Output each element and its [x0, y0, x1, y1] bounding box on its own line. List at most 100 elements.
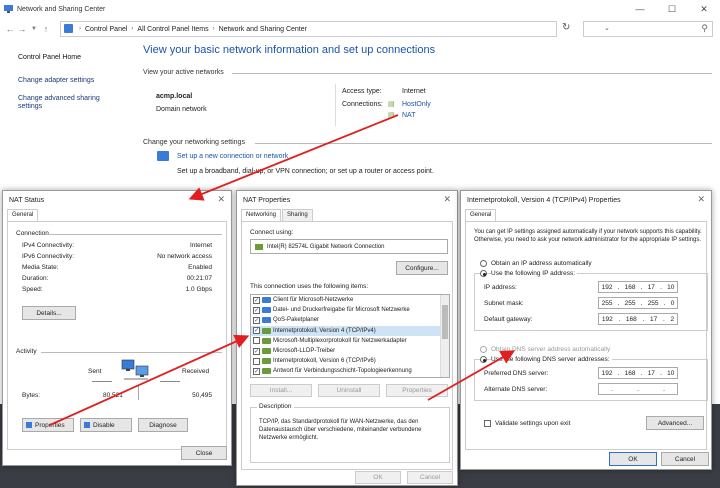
ip-octet: 168 [624, 283, 636, 291]
maximize-icon[interactable]: ☐ [656, 0, 688, 18]
forward-arrow-icon[interactable]: → [16, 24, 28, 34]
item-checkbox[interactable]: ✓ [253, 296, 260, 304]
bytes-sent-value: 80,521 [103, 392, 123, 399]
configure-button[interactable]: Configure... [396, 261, 448, 275]
item-checkbox[interactable]: ✓ [253, 327, 260, 335]
intro-text: You can get IP settings assigned automat… [474, 229, 702, 244]
item-properties-button[interactable]: Properties [386, 384, 448, 397]
cancel-button[interactable]: Cancel [407, 471, 453, 484]
protocol-icon [262, 368, 271, 375]
adapter-name: Intel(R) 82574L Gigabit Network Connecti… [267, 243, 385, 250]
diagnose-button[interactable]: Diagnose [138, 418, 188, 432]
change-adapter-settings-link[interactable]: Change adapter settings [18, 77, 128, 86]
tab-general[interactable]: General [7, 209, 39, 221]
back-arrow-icon[interactable]: ← [4, 24, 16, 34]
item-checkbox[interactable]: ✓ [253, 347, 260, 355]
close-icon[interactable]: ✕ [217, 194, 225, 205]
alternate-dns-label: Alternate DNS server: [484, 386, 548, 393]
ip-dot: . [611, 385, 613, 393]
refresh-icon[interactable]: ↻ [562, 22, 570, 33]
close-icon[interactable]: ✕ [443, 194, 451, 205]
properties-button[interactable]: Properties [22, 418, 74, 432]
list-item[interactable]: ✓ Datei- und Druckerfreigabe für Microsof… [251, 305, 449, 315]
install-button[interactable]: Install... [250, 384, 312, 397]
list-item[interactable]: ✓ Internetprotokoll, Version 6 (TCP/IPv6) [251, 356, 449, 366]
ok-button[interactable]: OK [355, 471, 401, 484]
ip-address-field[interactable]: 192. 168. 17. 10 [598, 281, 678, 293]
dialog-title: Internetprotokoll, Version 4 (TCP/IPv4) … [467, 196, 621, 204]
connection-link-nat[interactable]: NAT [402, 112, 415, 119]
cancel-button[interactable]: Cancel [661, 452, 709, 466]
close-button[interactable]: Close [181, 446, 227, 460]
subnet-mask-label: Subnet mask: [484, 300, 524, 307]
recent-dropdown-icon[interactable]: ▼ [28, 26, 40, 32]
advanced-button[interactable]: Advanced... [646, 416, 704, 430]
breadcrumb-item[interactable]: All Control Panel Items [137, 26, 208, 33]
networking-panel: Connect using: Intel(R) 82574L Gigabit N… [241, 222, 453, 470]
close-icon[interactable]: ✕ [688, 0, 720, 18]
alternate-dns-field[interactable]: ... [598, 383, 678, 395]
use-ip-label: Use the following IP address: [491, 270, 578, 277]
connection-label: Connection [16, 230, 49, 237]
nat-status-dialog: NAT Status ✕ General Connection IPv4 Con… [2, 190, 232, 466]
list-item[interactable]: ✓ Microsoft-Multiplexorprotokoll für Netz… [251, 336, 449, 346]
protocol-icon [262, 348, 271, 355]
status-key: IPv6 Connectivity: [22, 253, 75, 260]
uninstall-button[interactable]: Uninstall [318, 384, 380, 397]
list-item[interactable]: ✓ QoS-Paketplaner [251, 315, 449, 325]
ip-octet: 168 [624, 369, 636, 377]
list-item[interactable]: ✓ Client für Microsoft-Netzwerke [251, 295, 449, 305]
control-panel-home-link[interactable]: Control Panel Home [18, 54, 128, 63]
item-checkbox[interactable]: ✓ [253, 306, 260, 314]
scrollbar-thumb[interactable] [442, 305, 448, 339]
use-dns-radio[interactable] [480, 356, 487, 363]
auto-dns-radio[interactable] [480, 346, 487, 353]
item-checkbox[interactable]: ✓ [253, 337, 260, 345]
left-pane: Control Panel Home Change adapter settin… [18, 54, 128, 121]
up-arrow-icon[interactable]: ↑ [40, 24, 52, 34]
breadcrumb-item[interactable]: Network and Sharing Center [219, 26, 307, 33]
disable-button[interactable]: Disable [80, 418, 132, 432]
validate-checkbox[interactable] [484, 420, 491, 427]
shield-icon [26, 422, 32, 428]
use-ip-radio[interactable] [480, 270, 487, 277]
status-value: Enabled [188, 264, 212, 271]
close-icon[interactable]: ✕ [697, 194, 705, 205]
list-item[interactable]: ✓ Microsoft-LLDP-Treiber [251, 346, 449, 356]
ip-octet: 168 [625, 315, 637, 323]
search-input[interactable]: ⚲ [583, 21, 713, 37]
ip-octet: 255 [624, 299, 636, 307]
list-item-selected[interactable]: ✓ Internetprotokoll, Version 4 (TCP/IPv4) [251, 325, 449, 336]
divider [46, 234, 222, 235]
tab-networking[interactable]: Networking [241, 209, 282, 221]
subnet-mask-field[interactable]: 255. 255. 255. 0 [598, 297, 678, 309]
item-checkbox[interactable]: ✓ [253, 316, 260, 324]
divider [232, 73, 712, 74]
breadcrumb-item[interactable]: Control Panel [85, 26, 127, 33]
preferred-dns-field[interactable]: 192. 168. 17. 10 [598, 367, 678, 379]
general-panel: Connection IPv4 Connectivity: Internet I… [7, 222, 227, 450]
tab-sharing[interactable]: Sharing [282, 209, 313, 221]
setup-connection-link[interactable]: Set up a new connection or network [177, 153, 288, 160]
connection-link-hostonly[interactable]: HostOnly [402, 101, 431, 108]
details-button[interactable]: Details... [22, 306, 76, 320]
search-icon: ⚲ [701, 23, 708, 33]
breadcrumb[interactable]: › Control Panel › All Control Panel Item… [60, 21, 610, 37]
list-item[interactable]: ✓ Antwort für Verbindungsschicht-Topologi… [251, 366, 449, 376]
ip-octet: 17 [647, 283, 655, 291]
access-type-value: Internet [402, 88, 426, 95]
item-checkbox[interactable]: ✓ [253, 357, 260, 365]
item-checkbox[interactable]: ✓ [253, 367, 260, 375]
shield-icon [84, 422, 90, 428]
minimize-icon[interactable]: — [624, 0, 656, 18]
new-connection-icon [157, 151, 169, 161]
ipv4-properties-dialog: Internetprotokoll, Version 4 (TCP/IPv4) … [460, 190, 712, 470]
default-gateway-field[interactable]: 192. 168. 17. 2 [598, 313, 678, 325]
change-advanced-sharing-link[interactable]: Change advanced sharing settings [18, 95, 110, 113]
scrollbar[interactable] [440, 295, 449, 377]
auto-ip-radio[interactable] [480, 260, 487, 267]
tab-general[interactable]: General [465, 209, 497, 221]
ok-button[interactable]: OK [609, 452, 657, 466]
tab-bar: Networking Sharing [241, 209, 453, 222]
ip-octet: 255 [601, 299, 613, 307]
